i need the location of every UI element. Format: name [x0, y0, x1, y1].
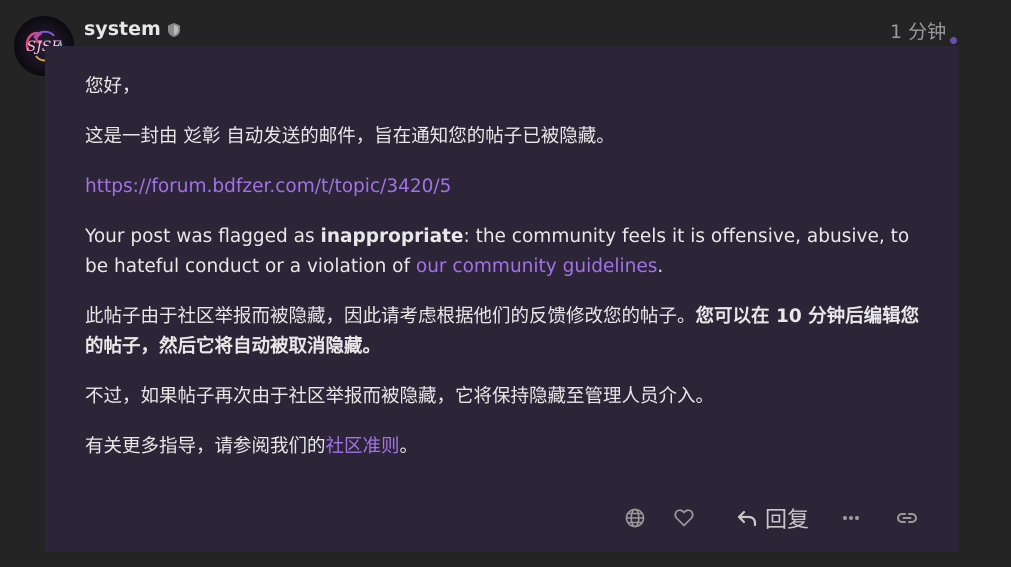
post-author[interactable]: system [84, 18, 181, 40]
greeting: 您好， [85, 76, 141, 97]
timestamp-text[interactable]: 1 分钟 [890, 17, 946, 44]
shield-icon [167, 21, 181, 37]
link-icon[interactable] [894, 498, 920, 538]
ellipsis-icon[interactable] [838, 498, 864, 538]
flag-paragraph: Your post was flagged as inappropriate: … [85, 222, 935, 282]
post-body: 您好， 这是一封由 彣彰 自动发送的邮件，旨在通知您的帖子已被隐藏。 https… [85, 72, 935, 482]
topic-link-paragraph: https://forum.bdfzer.com/t/topic/3420/5 [85, 172, 935, 202]
guidelines-link[interactable]: our community guidelines [416, 256, 658, 277]
reply-label: 回复 [764, 508, 809, 533]
globe-icon[interactable] [622, 498, 648, 538]
warning-paragraph: 不过，如果帖子再次由于社区举报而被隐藏，它将保持隐藏至管理人员介入。 [85, 386, 715, 407]
hidden-text: 此帖子由于社区举报而被隐藏，因此请考虑根据他们的反馈修改您的帖子。 [85, 306, 696, 327]
community-guidelines-link[interactable]: 社区准则 [326, 436, 400, 457]
intro-text: 这是一封由 彣彰 自动发送的邮件，旨在通知您的帖子已被隐藏。 [85, 126, 615, 147]
post-actions: 回复 [0, 498, 1011, 538]
post-timestamp[interactable]: 1 分钟 [890, 17, 958, 44]
heart-icon[interactable] [671, 498, 697, 538]
flag-reason: inappropriate [320, 226, 464, 247]
reply-button[interactable]: 回复 [730, 498, 816, 538]
reply-arrow-icon [737, 510, 757, 527]
hidden-paragraph: 此帖子由于社区举报而被隐藏，因此请考虑根据他们的反馈修改您的帖子。您可以在 10… [85, 302, 935, 362]
guide-suffix: 。 [399, 436, 419, 457]
flag-prefix: Your post was flagged as [85, 226, 321, 247]
guide-prefix: 有关更多指导，请参阅我们的 [85, 436, 326, 457]
topic-link[interactable]: https://forum.bdfzer.com/t/topic/3420/5 [85, 176, 451, 197]
flag-suffix: . [657, 256, 664, 277]
unread-dot-icon [950, 27, 958, 44]
guide-paragraph: 有关更多指导，请参阅我们的社区准则。 [85, 432, 935, 462]
username[interactable]: system [84, 18, 161, 40]
